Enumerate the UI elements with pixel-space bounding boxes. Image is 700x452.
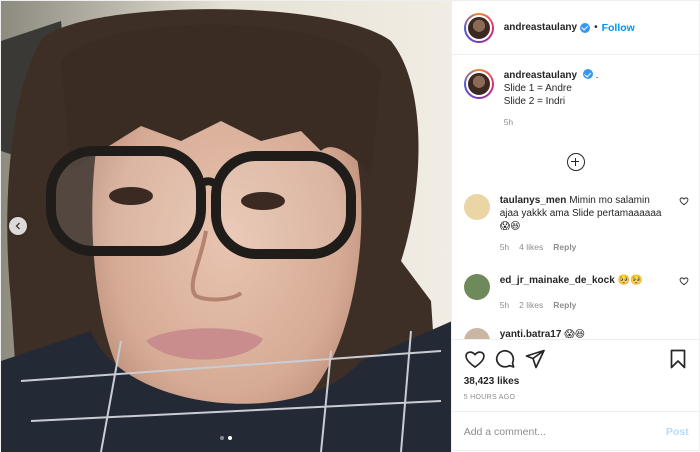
post-actions: 38,423 likes 5 HOURS AGO [451,339,700,411]
reply-button[interactable]: Reply [553,299,576,312]
caption-time[interactable]: 5h [504,116,599,129]
post-header: andreastaulany • Follow [451,1,700,55]
caption-text: . [595,70,599,81]
post-caption: andreastaulany . Slide 1 = Andre Slide 2… [463,69,689,129]
reply-button[interactable]: Reply [553,241,576,254]
commenter-avatar[interactable] [463,194,490,220]
carousel-dot [219,436,224,440]
comment-text: 😱😆 [564,329,586,339]
comment-item: yanti.batra17 😱😆 [463,328,689,339]
caption-line: Slide 1 = Andre [503,83,572,94]
bookmark-icon[interactable] [667,348,689,370]
commenter-avatar[interactable] [463,274,490,300]
comment-input[interactable] [463,426,666,438]
load-more-comments-button[interactable] [566,153,585,171]
share-icon[interactable] [524,348,546,370]
verified-badge-icon [582,69,593,79]
chevron-left-icon [15,222,20,230]
follow-button[interactable]: Follow [602,22,635,34]
comment-item: taulanys_men Mimin mo salamin ajaa yakkk… [463,194,689,254]
carousel-indicator [1,436,451,440]
heart-icon[interactable] [464,348,486,370]
commenter-username[interactable]: yanti.batra17 [500,329,562,339]
comment-text: 🥺🥺 [617,275,643,286]
comment-likes[interactable]: 2 likes [519,299,543,312]
commenter-username[interactable]: ed_jr_mainake_de_kock [500,275,615,286]
author-username[interactable]: andreastaulany [504,22,577,33]
caption-line: Slide 2 = Indri [503,96,566,107]
instagram-post: andreastaulany • Follow andreastaulany .… [0,0,700,452]
heart-outline-icon[interactable] [679,276,689,286]
comment-time[interactable]: 5h [500,241,509,254]
selfie-photo [1,1,451,452]
likes-count[interactable]: 38,423 likes [464,376,520,387]
post-comment-button[interactable]: Post [666,426,689,438]
author-avatar[interactable] [463,12,494,43]
caption-avatar[interactable] [463,69,494,99]
comments-section[interactable]: andreastaulany . Slide 1 = Andre Slide 2… [452,56,700,339]
carousel-dot-active [227,436,232,440]
previous-slide-button[interactable] [9,217,27,235]
comment-likes[interactable]: 4 likes [519,241,543,254]
separator-dot: • [594,22,598,33]
commenter-avatar[interactable] [463,328,490,339]
comment-icon[interactable] [494,348,516,370]
comment-item: ed_jr_mainake_de_kock 🥺🥺 5h 2 likes Repl… [463,274,689,312]
comment-time[interactable]: 5h [500,299,509,312]
verified-badge-icon [580,22,591,33]
post-media[interactable] [1,1,451,452]
caption-username[interactable]: andreastaulany [504,70,577,81]
post-timestamp[interactable]: 5 HOURS AGO [464,394,516,401]
commenter-username[interactable]: taulanys_men [500,195,567,206]
post-side-panel: andreastaulany • Follow andreastaulany .… [450,1,700,452]
heart-outline-icon[interactable] [679,196,689,206]
comment-composer: Post [451,411,700,452]
